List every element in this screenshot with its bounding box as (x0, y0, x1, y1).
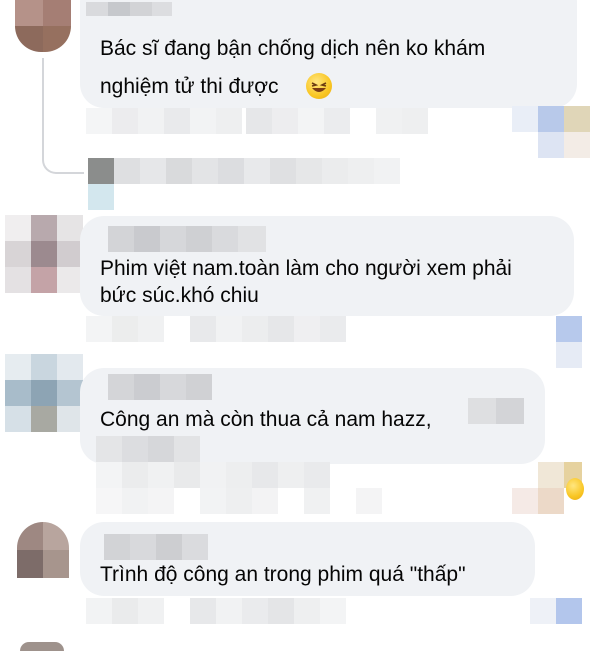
reaction-summary-blurred[interactable] (512, 106, 590, 158)
comment-text-line-1: Công an mà còn thua cả nam hazz, (100, 408, 432, 431)
comment-text-line-1: Bác sĩ đang bận chống dịch nên ko khám (100, 37, 486, 60)
laughing-emoji-icon (306, 73, 332, 99)
reaction-summary-blurred[interactable] (530, 316, 582, 368)
commenter-name-blurred[interactable] (108, 226, 266, 252)
comment-text-line-1: Phim việt nam.toàn làm cho người xem phả… (100, 257, 512, 280)
reply-preview-blurred[interactable] (88, 158, 406, 210)
comment-text-line-2: bức súc.khó chiu (100, 284, 259, 307)
comment-actions-blurred[interactable] (96, 462, 516, 514)
avatar[interactable] (15, 0, 71, 52)
reaction-summary-blurred[interactable] (530, 598, 582, 624)
tagged-name-blurred[interactable] (96, 436, 200, 462)
comment-text-line-1: Trình độ công an trong phim quá "thấp" (100, 563, 466, 586)
commenter-name-blurred[interactable] (86, 2, 172, 16)
avatar[interactable] (5, 215, 83, 293)
comment-actions-blurred[interactable] (86, 108, 506, 134)
avatar[interactable] (5, 354, 83, 432)
reply-thread-line (42, 58, 84, 174)
avatar[interactable] (17, 522, 69, 578)
comment-text-line-2: nghiệm tử thi được (100, 75, 279, 98)
next-avatar-partial[interactable] (20, 642, 64, 651)
comment-actions-blurred[interactable] (86, 316, 376, 342)
comment-actions-blurred[interactable] (86, 598, 376, 624)
tagged-name-blurred[interactable] (468, 398, 524, 424)
commenter-name-blurred[interactable] (104, 534, 208, 560)
reaction-emoji-icon (566, 478, 584, 500)
commenter-name-blurred[interactable] (108, 374, 212, 400)
